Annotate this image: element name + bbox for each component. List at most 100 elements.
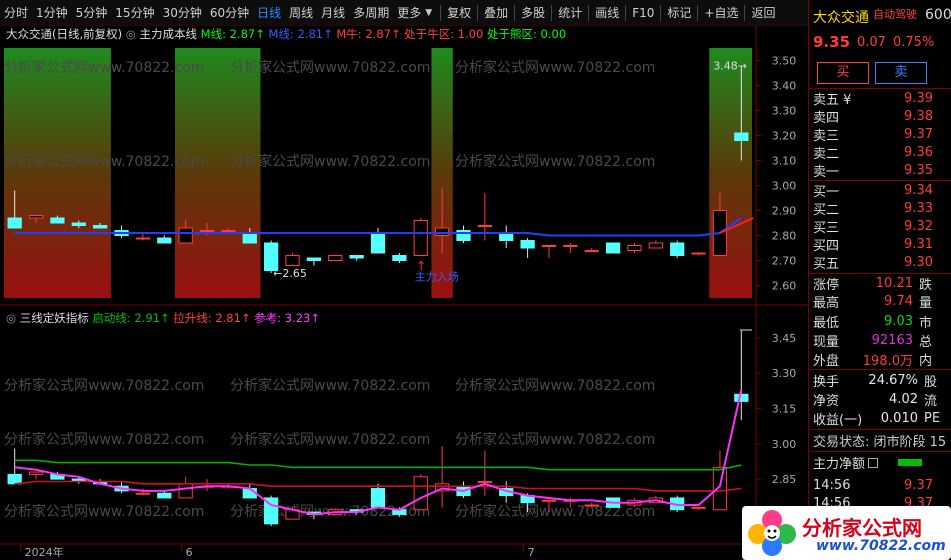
- candle-body: [221, 230, 236, 232]
- watermark-text: 分析家公式网www.70822.com: [455, 377, 655, 394]
- watermark-text: 分析家公式网www.70822.com: [230, 59, 430, 76]
- x-axis-label: 2024年: [25, 545, 64, 559]
- y-tick-label: 3.30: [772, 105, 797, 118]
- candle-body: [520, 240, 535, 249]
- multi-stock-button[interactable]: 多股: [517, 0, 549, 26]
- candle-body: [691, 506, 706, 509]
- stat-turnover: 换手 24.67% 股: [813, 373, 938, 390]
- candle-body: [370, 488, 386, 508]
- quote-panel: 大众交通 自动驾驶 600 9.35 0.07 0.75% 买 卖 卖五 ¥9.…: [808, 0, 951, 560]
- watermark-text: 分析家公式网www.70822.com: [455, 153, 655, 170]
- candle-body: [306, 257, 322, 261]
- toolbar-divider: [625, 4, 627, 21]
- net-inflow-row[interactable]: 主力净额: [813, 453, 951, 472]
- overlay-button[interactable]: 叠加: [480, 0, 512, 26]
- tick-row: 14:56 9.37: [813, 478, 933, 493]
- x-axis-label: 6: [186, 546, 193, 559]
- sub-legend: ◎ 三线定妖指标 启动线: 2.91↑ 拉升线: 2.81↑ 参考: 3.23↑: [6, 311, 320, 325]
- divider: [809, 369, 951, 370]
- candle-body: [135, 237, 151, 240]
- period-15min-tab[interactable]: 15分钟: [111, 0, 158, 26]
- stat-low: 最低 9.03 市: [813, 314, 933, 331]
- toolbar-divider: [588, 4, 590, 21]
- period-multi-tab[interactable]: 多周期: [349, 0, 393, 26]
- indicator-toggle-icon: ◎: [126, 27, 140, 41]
- last-price: 9.35: [813, 33, 851, 51]
- candle-body: [563, 245, 578, 247]
- ask-row-3: 卖三 9.37: [813, 127, 933, 144]
- add-watchlist-button[interactable]: +自选: [700, 0, 742, 26]
- period-1min-tab[interactable]: 1分钟: [32, 0, 72, 26]
- up-arrow-icon: ↑: [310, 311, 320, 325]
- concept-tag[interactable]: 自动驾驶: [873, 6, 917, 22]
- period-60min-tab[interactable]: 60分钟: [206, 0, 253, 26]
- period-daily-tab[interactable]: 日线: [253, 0, 285, 26]
- indicator-toggle-icon: ◎: [6, 311, 20, 325]
- back-button[interactable]: 返回: [747, 0, 779, 26]
- ask-row-4: 卖四 9.38: [813, 109, 933, 126]
- period-more-tab[interactable]: 更多: [393, 0, 425, 26]
- candle-body: [178, 227, 193, 244]
- candle-body: [670, 242, 685, 256]
- up-arrow-icon: ↑: [391, 27, 404, 41]
- bull-zone: [4, 48, 111, 298]
- site-logo: 分析家公式网 www.70822.com: [742, 506, 951, 560]
- stock-app: 分时 1分钟 5分钟 15分钟 30分钟 60分钟 日线 周线 月线 多周期 更…: [0, 0, 951, 560]
- period-monthly-tab[interactable]: 月线: [317, 0, 349, 26]
- candle-body: [605, 242, 621, 254]
- ask-row-2: 卖二 9.36: [813, 145, 933, 162]
- candle-body: [413, 476, 428, 511]
- statistics-button[interactable]: 统计: [554, 0, 586, 26]
- candle-body: [477, 480, 492, 483]
- y-tick-label: 2.85: [772, 473, 797, 486]
- candle-body: [477, 225, 492, 227]
- candle-body: [157, 492, 172, 499]
- restore-rights-button[interactable]: 复权: [443, 0, 475, 26]
- expand-icon[interactable]: [868, 457, 879, 468]
- period-30min-tab[interactable]: 30分钟: [159, 0, 206, 26]
- y-tick-label: 3.00: [772, 438, 797, 451]
- period-5min-tab[interactable]: 5分钟: [72, 0, 112, 26]
- toolbar-divider: [660, 4, 662, 21]
- candle-body: [541, 499, 557, 502]
- indicator-chart[interactable]: 分析家公式网www.70822.com 分析家公式网www.70822.com 分析…: [0, 306, 808, 560]
- indicator-value: M线: 2.81: [269, 27, 324, 41]
- candle-body: [7, 473, 22, 485]
- up-arrow-icon: ↑: [255, 27, 268, 41]
- period-minute-tab[interactable]: 分时: [0, 0, 32, 26]
- candle-body: [28, 215, 44, 219]
- logo-title: 分析家公式网: [802, 516, 922, 540]
- candle-body: [93, 225, 108, 229]
- watermark-text: 分析家公式网www.70822.com: [455, 431, 655, 448]
- period-weekly-tab[interactable]: 周线: [285, 0, 317, 26]
- y-tick-label: 3.15: [772, 402, 797, 415]
- draw-line-button[interactable]: 画线: [591, 0, 623, 26]
- candle-body: [627, 245, 642, 251]
- mark-button[interactable]: 标记: [663, 0, 695, 26]
- candle-body: [541, 245, 557, 247]
- sell-button[interactable]: 卖: [875, 62, 927, 84]
- indicator-value: 启动线: 2.91: [92, 311, 160, 325]
- candle-body: [178, 483, 193, 499]
- f10-button[interactable]: F10: [628, 0, 658, 26]
- more-dropdown-icon[interactable]: ▼: [425, 8, 432, 18]
- toolbar-divider: [477, 4, 479, 21]
- candle-body: [328, 255, 343, 261]
- candle-body: [7, 217, 22, 229]
- stock-name: 大众交通: [813, 10, 869, 26]
- buy-button[interactable]: 买: [817, 62, 869, 84]
- y-tick-label: 3.45: [772, 332, 797, 345]
- watermark-text: 分析家公式网www.70822.com: [230, 377, 430, 394]
- divider: [809, 429, 951, 430]
- watermark-text: 分析家公式网www.70822.com: [4, 377, 204, 394]
- indicator-value: 参考: 3.23: [254, 311, 310, 325]
- candle-body: [392, 255, 407, 261]
- entry-arrow-icon: ↑: [416, 260, 427, 275]
- candle-body: [157, 237, 172, 244]
- period-toolbar: 分时 1分钟 5分钟 15分钟 30分钟 60分钟 日线 周线 月线 多周期 更…: [0, 0, 808, 26]
- candlestick-chart[interactable]: 分析家公式网www.70822.com 分析家公式网www.70822.com 分析…: [0, 26, 808, 306]
- y-tick-label: 3.00: [772, 180, 797, 193]
- toolbar-divider: [744, 4, 746, 21]
- candle-body: [734, 393, 749, 402]
- y-tick-label: 2.80: [772, 230, 797, 243]
